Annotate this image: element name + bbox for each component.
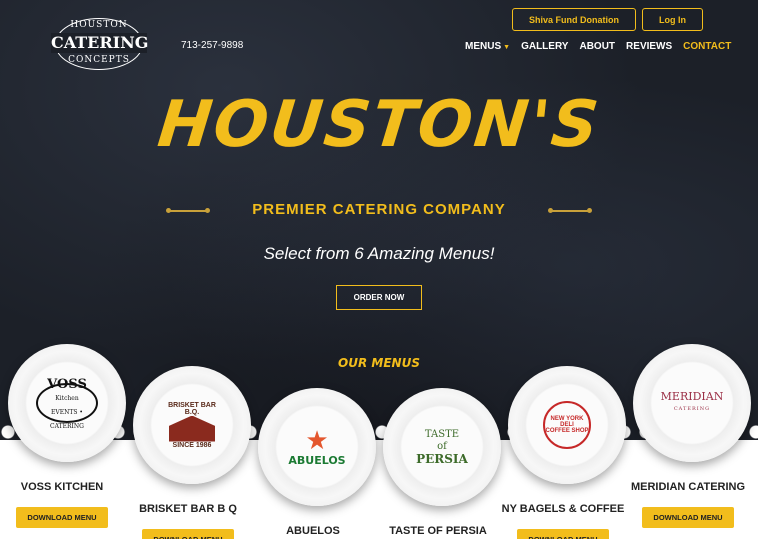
nybagels-logo-text: NEW YORK DELI — [550, 416, 584, 428]
nybagels-badge: NEW YORK DELI COFFEE SHOP — [543, 401, 591, 449]
nybagels-logo: NEW YORK DELI COFFEE SHOP — [532, 398, 602, 452]
nav-item-reviews[interactable]: REVIEWS — [626, 41, 672, 52]
hero-subtitle-block: PREMIER CATERING COMPANY — [166, 201, 592, 221]
nav-item-label: MENUS — [465, 41, 502, 52]
logo-line-3: CONCEPTS — [68, 55, 130, 65]
logo-line-1: HOUSTON — [70, 20, 128, 30]
menu-plate-persia[interactable]: TASTE of PERSIA — [383, 388, 501, 506]
meridian-logo-text: MERIDIAN — [660, 390, 724, 403]
menu-name-meridian: MERIDIAN CATERING — [630, 481, 746, 493]
main-nav: MENUS ▼ GALLERY ABOUT REVIEWS CONTACT — [465, 41, 731, 52]
persia-logo-sub: PERSIA — [416, 452, 468, 466]
menu-name-persia: TASTE OF PERSIA — [389, 525, 487, 537]
brisket-logo-text: BRISKET BAR B.Q. — [168, 401, 216, 416]
download-menu-button-meridian[interactable]: DOWNLOAD MENU — [642, 507, 734, 528]
hero-subtitle: PREMIER CATERING COMPANY — [252, 201, 506, 218]
meridian-logo-sub: CATERING — [673, 406, 711, 412]
voss-logo: VOSS Kitchen EVENTS • CATERING — [36, 378, 98, 430]
nav-item-about[interactable]: ABOUT — [579, 41, 615, 52]
menu-plate-abuelos[interactable]: ★ ABUELOS — [258, 388, 376, 506]
site-logo[interactable]: HOUSTON CATERING CONCEPTS — [51, 18, 148, 70]
menu-name-brisket: BRISKET BAR B Q — [139, 503, 237, 515]
voss-logo-text: VOSS — [47, 377, 87, 392]
menu-name-voss: VOSS KITCHEN — [20, 481, 104, 493]
logo-line-2: CATERING — [51, 33, 149, 53]
download-menu-button-voss[interactable]: DOWNLOAD MENU — [16, 507, 108, 528]
nav-item-gallery[interactable]: GALLERY — [521, 41, 568, 52]
abuelos-logo-text: ABUELOS — [288, 453, 346, 467]
download-menu-button-brisket[interactable]: DOWNLOAD MENU — [142, 529, 234, 539]
persia-logo-text: TASTE — [424, 429, 460, 440]
login-button[interactable]: Log In — [642, 8, 703, 31]
menu-plate-nybagels[interactable]: NEW YORK DELI COFFEE SHOP — [508, 366, 626, 484]
ornament-right-icon — [548, 208, 592, 213]
nav-item-contact[interactable]: CONTACT — [683, 41, 731, 52]
barn-icon — [169, 415, 215, 442]
menu-name-abuelos: ABUELOS — [286, 525, 340, 537]
order-now-button[interactable]: ORDER NOW — [336, 285, 422, 310]
donation-button[interactable]: Shiva Fund Donation — [512, 8, 636, 31]
menu-plate-voss[interactable]: VOSS Kitchen EVENTS • CATERING — [8, 344, 126, 462]
brisket-logo-sub: SINCE 1986 — [172, 441, 212, 449]
voss-logo-sub: Kitchen — [55, 395, 79, 402]
menu-plate-brisket[interactable]: BRISKET BAR B.Q. SINCE 1986 — [133, 366, 251, 484]
download-menu-button-nybagels[interactable]: DOWNLOAD MENU — [517, 529, 609, 539]
star-icon: ★ — [305, 425, 329, 456]
brisket-logo: BRISKET BAR B.Q. SINCE 1986 — [166, 398, 218, 452]
persia-logo: TASTE of PERSIA — [407, 420, 477, 474]
nybagels-logo-sub: COFFEE SHOP — [545, 428, 589, 434]
abuelos-logo: ★ ABUELOS — [282, 420, 352, 474]
nav-item-menus[interactable]: MENUS ▼ — [465, 41, 510, 52]
menu-plate-meridian[interactable]: MERIDIAN CATERING — [633, 344, 751, 462]
menu-name-nybagels: NY BAGELS & COFFEE — [501, 503, 625, 515]
meridian-logo: MERIDIAN CATERING — [657, 376, 727, 430]
caret-down-icon: ▼ — [503, 44, 511, 51]
hero-headline: HOUSTON'S — [154, 88, 604, 162]
voss-logo-small: EVENTS • CATERING — [50, 409, 84, 430]
hero-tagline: Select from 6 Amazing Menus! — [263, 244, 495, 263]
phone-number[interactable]: 713-257-9898 — [181, 40, 243, 51]
